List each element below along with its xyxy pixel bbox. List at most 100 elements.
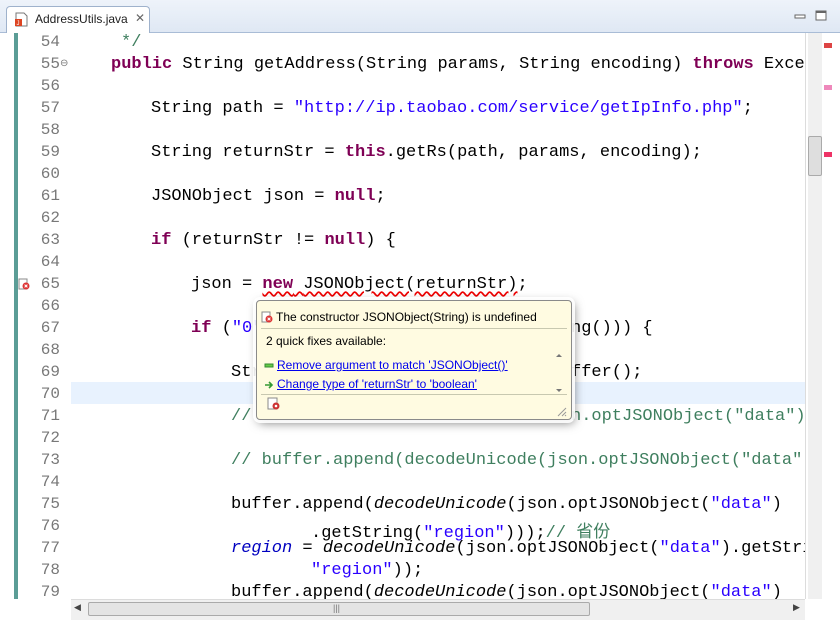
line-number: 62: [40, 209, 60, 227]
error-overview-marker[interactable]: [824, 43, 832, 48]
code-line: ffer();: [571, 363, 642, 385]
code-line: //: [231, 407, 251, 429]
error-underlined-code[interactable]: JSONObject(returnStr): [303, 275, 517, 294]
code-line: json = new JSONObject(returnStr);: [191, 275, 528, 297]
tab-title: AddressUtils.java: [35, 12, 128, 26]
code-text: (json.optJSONObject(: [506, 583, 711, 599]
method-token: decodeUnicode: [373, 583, 507, 599]
line-number: 60: [40, 165, 60, 183]
code-text: ng())) {: [571, 319, 653, 338]
error-message: The constructor JSONObject(String) is un…: [261, 310, 537, 324]
warning-overview-marker[interactable]: [824, 85, 832, 90]
line-number: 76: [40, 517, 60, 535]
line-number: 75: [40, 495, 60, 513]
comment-token: // buffer.append(decodeUnicode(json.optJ…: [231, 451, 805, 470]
code-line: region = decodeUnicode(json.optJSONObjec…: [231, 539, 805, 561]
code-line: */: [121, 33, 141, 55]
scroll-right-icon[interactable]: ▶: [793, 602, 800, 613]
code-line: if (returnStr != null) {: [151, 231, 396, 253]
line-number: 64: [40, 253, 60, 271]
remove-icon: [264, 363, 274, 368]
code-line: "region"));: [311, 561, 423, 583]
keyword-token: throws: [692, 55, 754, 74]
svg-text:J: J: [17, 21, 20, 27]
code-text: (returnStr !=: [171, 231, 325, 250]
resize-grip-icon[interactable]: [555, 405, 567, 417]
method-token: decodeUnicode: [373, 495, 507, 514]
settings-icon[interactable]: [267, 397, 281, 411]
keyword-token: if: [151, 231, 172, 250]
editor-tab-bar: J AddressUtils.java ✕: [0, 0, 840, 33]
keyword-token: public: [111, 55, 173, 74]
maximize-icon[interactable]: [814, 10, 828, 22]
code-text: json =: [191, 275, 263, 294]
code-text: (json.optJSONObject(: [455, 539, 660, 558]
change-type-icon: [265, 381, 274, 389]
code-text: String getAddress(String params, String …: [172, 55, 693, 74]
popup-scrollbar[interactable]: [554, 353, 564, 393]
quick-fix-change-type[interactable]: Change type of 'returnStr' to 'boolean': [277, 377, 477, 391]
line-number: 67: [40, 319, 60, 337]
minimize-icon[interactable]: [793, 10, 807, 22]
string-token: "data": [710, 583, 772, 599]
line-number: 77: [40, 539, 60, 557]
string-token: "http://ip.taobao.com/service/getIpInfo.…: [293, 99, 743, 118]
line-number: 57: [40, 99, 60, 117]
scroll-left-icon[interactable]: ◀: [74, 602, 81, 613]
code-text: ).getStrin: [720, 539, 805, 558]
vertical-scrollbar[interactable]: [808, 33, 822, 599]
keyword-token: if: [191, 319, 212, 338]
code-text: buffer.append(: [231, 583, 374, 599]
string-token: "data": [710, 495, 772, 514]
code-text: ) {: [365, 231, 396, 250]
code-text: (json.optJSONObject(: [506, 495, 711, 514]
code-text: .getRs(path, params, encoding);: [385, 143, 702, 162]
line-number: 66: [40, 297, 60, 315]
string-token: "region": [311, 561, 393, 580]
line-number: 63: [40, 231, 60, 249]
divider: [261, 328, 567, 329]
line-number: 73: [40, 451, 60, 469]
code-text: JSONObject json =: [151, 187, 335, 206]
line-number: 78: [40, 561, 60, 579]
line-number: 72: [40, 429, 60, 447]
code-text: String path =: [151, 99, 294, 118]
quick-fix-remove-argument[interactable]: Remove argument to match 'JSONObject()': [277, 358, 508, 372]
keyword-token: null: [324, 231, 366, 250]
code-line: String returnStr = this.getRs(path, para…: [151, 143, 702, 165]
tab-addressutils[interactable]: J AddressUtils.java ✕: [6, 6, 150, 33]
keyword-token: new: [262, 275, 294, 294]
error-marker-icon[interactable]: [18, 278, 30, 290]
error-overview-marker[interactable]: [824, 152, 832, 157]
line-number: 68: [40, 341, 60, 359]
string-token: "data": [659, 539, 721, 558]
line-number: 79: [40, 583, 60, 601]
code-text: buffer.append(: [231, 495, 374, 514]
code-text: ): [771, 583, 782, 599]
grip-icon: |||: [333, 603, 341, 613]
java-file-icon: J: [15, 12, 28, 27]
line-number: 59: [40, 143, 60, 161]
divider: [261, 394, 567, 395]
line-number: 58: [40, 121, 60, 139]
code-text: String returnStr =: [151, 143, 345, 162]
line-number: 71: [40, 407, 60, 425]
code-line: if ("0": [191, 319, 262, 341]
line-number: 54: [40, 33, 60, 51]
code-line: buffer.append(decodeUnicode(json.optJSON…: [231, 495, 782, 517]
quick-fix-count: 2 quick fixes available:: [266, 334, 387, 348]
close-icon[interactable]: ✕: [135, 11, 145, 25]
fold-collapse-icon[interactable]: ⊖: [60, 58, 68, 69]
comment-token: */: [121, 33, 142, 52]
code-line: // buffer.append(decodeUnicode(json.optJ…: [231, 451, 805, 473]
line-number-ruler: 54 55 56 57 58 59 60 61 62 63 64 65 66 6…: [20, 33, 68, 601]
code-text: ;: [375, 187, 386, 206]
code-line: buffer.append(decodeUnicode(json.optJSON…: [231, 583, 782, 599]
keyword-token: null: [334, 187, 376, 206]
line-number: 69: [40, 363, 60, 381]
line-number: 74: [40, 473, 60, 491]
vertical-scroll-thumb[interactable]: [808, 136, 822, 176]
change-bar: [14, 33, 18, 599]
error-icon: [261, 311, 273, 323]
